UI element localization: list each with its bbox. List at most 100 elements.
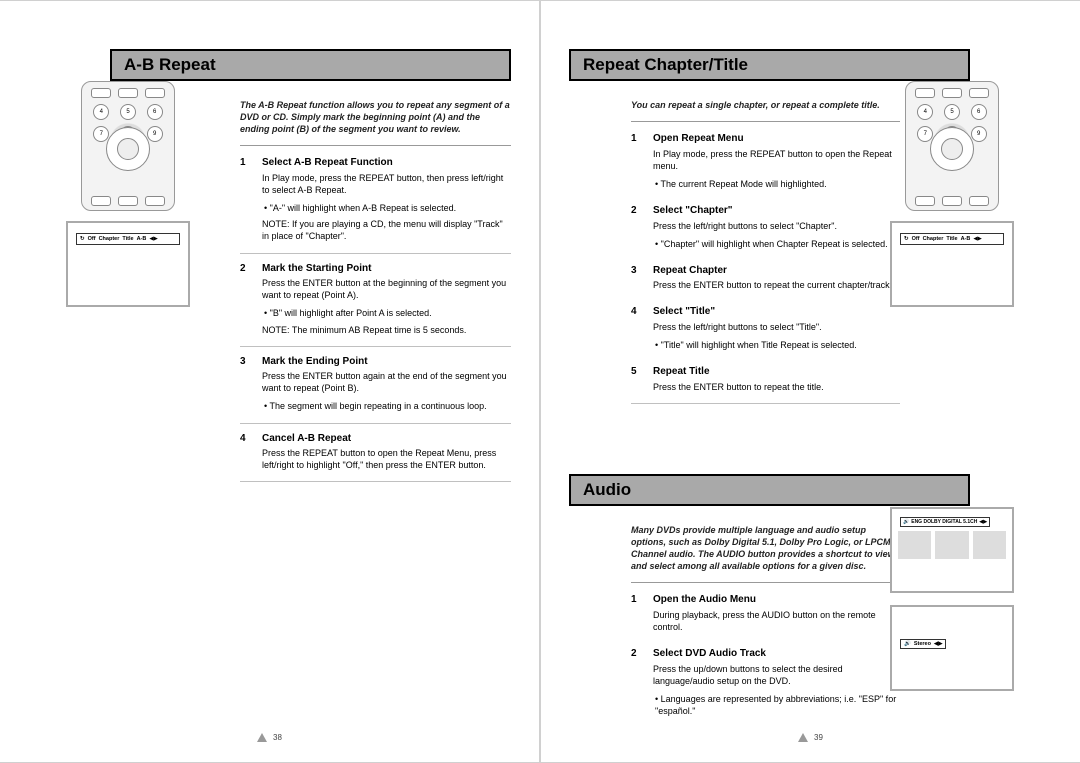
step-bullet: "B" will highlight after Point A is sele…	[262, 307, 511, 319]
step-bullet: Languages are represented by abbreviatio…	[653, 693, 900, 717]
step-desc: Press the REPEAT button to open the Repe…	[262, 447, 511, 471]
step-bullet: The segment will begin repeating in a co…	[262, 400, 511, 412]
step-bullet: The current Repeat Mode will highlighted…	[653, 178, 900, 190]
step: 2 Select DVD Audio Track Press the up/do…	[631, 647, 900, 717]
page-footer: 38	[0, 733, 539, 742]
step-number: 3	[240, 355, 262, 413]
step-desc: Press the ENTER button to repeat the cur…	[653, 279, 900, 291]
osd-arrows-icon: ◀▶	[149, 236, 157, 242]
step-title: Repeat Chapter	[653, 264, 900, 278]
step-number: 1	[240, 156, 262, 242]
footer-triangle-icon	[798, 733, 808, 742]
step-desc: Press the up/down buttons to select the …	[653, 663, 900, 687]
footer-triangle-icon	[257, 733, 267, 742]
step-title: Open the Audio Menu	[653, 593, 900, 607]
osd-title: Title	[122, 236, 133, 242]
step-title: Open Repeat Menu	[653, 132, 900, 146]
step-desc: Press the left/right buttons to select "…	[653, 220, 900, 232]
page-footer: 39	[541, 733, 1080, 742]
step-title: Mark the Ending Point	[262, 355, 511, 369]
divider	[240, 346, 511, 347]
step-number: 2	[631, 647, 653, 717]
divider	[240, 145, 511, 146]
intro-text: You can repeat a single chapter, or repe…	[631, 99, 900, 111]
nav-ring-icon	[930, 127, 974, 171]
divider	[631, 403, 900, 404]
step-desc: Press the ENTER button to repeat the tit…	[653, 381, 900, 393]
step-desc: In Play mode, press the REPEAT button, t…	[262, 172, 511, 196]
divider	[240, 481, 511, 482]
section-header-repeat-chapter: Repeat Chapter/Title	[569, 49, 970, 81]
repeat-osd: ↻ Off Chapter Title A-B ◀▶	[900, 233, 1004, 245]
keypad-6: 6	[147, 104, 163, 120]
step-number: 4	[631, 305, 653, 351]
manual-spread: 4 5 6 7 8 9 ↻ Off Chapter	[0, 0, 1080, 763]
step-desc: During playback, press the AUDIO button …	[653, 609, 900, 633]
keypad-4: 4	[93, 104, 109, 120]
osd-repeat-icon: ↻	[80, 236, 85, 242]
remote-illustration: 4 5 6 7 8 9	[905, 81, 999, 211]
intro-text: Many DVDs provide multiple language and …	[631, 524, 900, 573]
step-number: 1	[631, 132, 653, 190]
step-title: Select A-B Repeat Function	[262, 156, 511, 170]
step: 2 Mark the Starting Point Press the ENTE…	[240, 262, 511, 336]
step-desc: Press the left/right buttons to select "…	[653, 321, 900, 333]
keypad-4: 4	[917, 104, 933, 120]
step-number: 1	[631, 593, 653, 633]
osd-ab: A-B	[961, 236, 971, 242]
step: 5 Repeat Title Press the ENTER button to…	[631, 365, 900, 393]
step-number: 2	[631, 204, 653, 250]
keypad-9: 9	[971, 126, 987, 142]
step-note: NOTE: If you are playing a CD, the menu …	[262, 218, 511, 242]
tv-mock: ↻ Off Chapter Title A-B ◀▶	[66, 221, 190, 307]
page-left: 4 5 6 7 8 9 ↻ Off Chapter	[0, 0, 540, 763]
section-header-audio: Audio	[569, 474, 970, 506]
step-bullet: "A-" will highlight when A-B Repeat is s…	[262, 202, 511, 214]
step: 2 Select "Chapter" Press the left/right …	[631, 204, 900, 250]
step: 1 Open Repeat Menu In Play mode, press t…	[631, 132, 900, 190]
step-title: Select DVD Audio Track	[653, 647, 900, 661]
repeat-osd: ↻ Off Chapter Title A-B ◀▶	[76, 233, 180, 245]
nav-ring-icon	[106, 127, 150, 171]
step: 4 Cancel A-B Repeat Press the REPEAT but…	[240, 432, 511, 472]
step-desc: Press the ENTER button at the beginning …	[262, 277, 511, 301]
audio-osd-text: ENG DOLBY DIGITAL 5.1CH	[911, 519, 977, 525]
step-number: 5	[631, 365, 653, 393]
step-title: Select "Title"	[653, 305, 900, 319]
left-sidebar-figures: 4 5 6 7 8 9 ↻ Off Chapter	[62, 81, 194, 307]
step: 4 Select "Title" Press the left/right bu…	[631, 305, 900, 351]
step: 1 Open the Audio Menu During playback, p…	[631, 593, 900, 633]
step-desc: Press the ENTER button again at the end …	[262, 370, 511, 394]
page-number: 39	[814, 733, 823, 742]
keypad-5: 5	[120, 104, 136, 120]
tv-mock-audio2: 🔊 Stereo ◀▶	[890, 605, 1014, 691]
audio-osd: 🔊 ENG DOLBY DIGITAL 5.1CH ◀▶	[900, 517, 990, 527]
osd-chapter: Chapter	[923, 236, 944, 242]
step-number: 2	[240, 262, 262, 336]
osd-ab: A-B	[137, 236, 147, 242]
divider	[631, 121, 900, 122]
step-title: Repeat Title	[653, 365, 900, 379]
page-number: 38	[273, 733, 282, 742]
divider	[240, 423, 511, 424]
osd-chapter: Chapter	[99, 236, 120, 242]
step-number: 3	[631, 264, 653, 292]
keypad-6: 6	[971, 104, 987, 120]
tv-mock-audio: 🔊 ENG DOLBY DIGITAL 5.1CH ◀▶	[890, 507, 1014, 593]
step-title: Select "Chapter"	[653, 204, 900, 218]
step-note: NOTE: The minimum AB Repeat time is 5 se…	[262, 324, 511, 336]
step: 3 Repeat Chapter Press the ENTER button …	[631, 264, 900, 292]
speaker-icon: 🔊	[903, 519, 909, 525]
speaker-icon: 🔊	[904, 641, 911, 647]
osd-off: Off	[88, 236, 96, 242]
step-title: Mark the Starting Point	[262, 262, 511, 276]
keypad-9: 9	[147, 126, 163, 142]
audio-osd: 🔊 Stereo ◀▶	[900, 639, 946, 649]
step-bullet: "Chapter" will highlight when Chapter Re…	[653, 238, 900, 250]
remote-illustration: 4 5 6 7 8 9	[81, 81, 175, 211]
osd-title: Title	[946, 236, 957, 242]
osd-arrows-icon: ◀▶	[934, 641, 942, 647]
keypad-5: 5	[944, 104, 960, 120]
section-header-ab: A-B Repeat	[110, 49, 511, 81]
step: 1 Select A-B Repeat Function In Play mod…	[240, 156, 511, 242]
